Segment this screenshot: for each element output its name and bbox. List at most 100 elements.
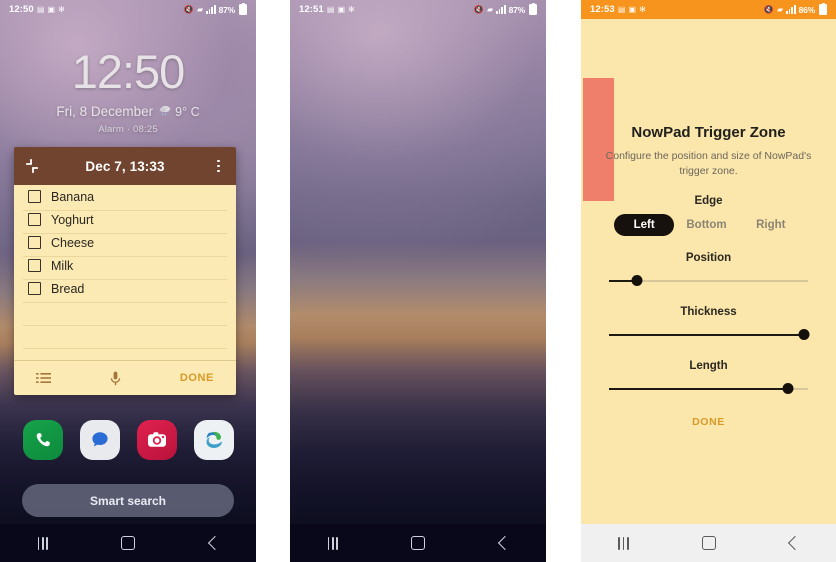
battery-level: 87% — [218, 4, 236, 15]
microphone-icon[interactable] — [110, 371, 121, 386]
edge-option-bottom[interactable]: Bottom — [674, 214, 738, 236]
signal-icon — [496, 5, 506, 14]
phone-panel-2: 12:51 ▤ ▣ ✻ 🔇 ▰ 87% — [290, 0, 546, 562]
slider-fill — [609, 388, 789, 391]
status-left-2: 12:51 ▤ ▣ ✻ — [299, 4, 355, 15]
lockscreen-date: Fri, 8 December — [56, 104, 154, 119]
signal-icon — [786, 5, 796, 14]
status-right-1: 🔇 ▰ 87% — [184, 3, 247, 15]
edge-segmented-control[interactable]: Left Bottom Right — [605, 214, 812, 237]
done-button-3[interactable]: DONE — [605, 416, 812, 428]
slider-fill — [609, 334, 805, 337]
checklist-item[interactable]: Cheese — [14, 231, 236, 254]
rain-cloud-icon — [159, 104, 172, 119]
checklist-item-label: Cheese — [51, 235, 95, 250]
slider-thickness[interactable] — [609, 326, 810, 344]
checklist-icon[interactable] — [36, 372, 51, 384]
bluetooth-icon: ✻ — [58, 4, 65, 14]
battery-icon — [529, 3, 537, 15]
page-subtitle: Configure the position and size of NowPa… — [605, 150, 812, 178]
screenshot-stage: 12:50 ▤ ▣ ✻ 🔇 ▰ 87% 12:50 Fri, 8 Decembe… — [0, 0, 836, 562]
slider-section-length: Length — [605, 360, 812, 398]
status-bar-3: 12:53 ▤ ▣ ✻ 🔇 ▰ 86% — [581, 0, 836, 19]
messages-app[interactable] — [79, 420, 120, 460]
camera-app[interactable] — [136, 420, 177, 460]
gallery-icon: ▣ — [337, 4, 346, 14]
phone-app[interactable] — [22, 420, 63, 460]
page-title: NowPad Trigger Zone — [631, 124, 786, 141]
status-bar-1: 12:50 ▤ ▣ ✻ 🔇 ▰ 87% — [0, 0, 256, 19]
phone-panel-3: 12:53 ▤ ▣ ✻ 🔇 ▰ 86% NowPad Trigger Zone … — [581, 0, 836, 562]
calendar-icon: ▤ — [617, 4, 626, 14]
slider-label-thickness: Thickness — [680, 306, 737, 319]
back-icon[interactable] — [196, 530, 230, 556]
slider-knob[interactable] — [798, 329, 810, 341]
note-checklist-1[interactable]: Banana Yoghurt Cheese Milk Bread — [14, 185, 236, 300]
checklist-item-label: Banana — [51, 189, 95, 204]
status-clock-2: 12:51 — [299, 4, 324, 15]
overflow-menu-icon[interactable] — [210, 158, 227, 175]
home-icon[interactable] — [111, 530, 145, 556]
nav-bar-1 — [0, 524, 256, 562]
slider-sections: Position Thickness Length — [605, 252, 812, 398]
back-icon[interactable] — [777, 530, 811, 556]
recents-icon[interactable] — [607, 530, 641, 556]
slider-section-position: Position — [605, 252, 812, 290]
slider-section-thickness: Thickness — [605, 306, 812, 344]
checklist-item-label: Bread — [51, 281, 85, 296]
wifi-icon: ▰ — [486, 4, 494, 14]
checklist-item[interactable]: Bread — [14, 277, 236, 300]
status-clock: 12:50 — [9, 4, 34, 15]
checklist-item-label: Yoghurt — [51, 212, 94, 227]
checkbox[interactable] — [28, 259, 41, 272]
edge-app[interactable] — [193, 420, 234, 460]
gallery-icon: ▣ — [47, 4, 56, 14]
back-icon[interactable] — [486, 530, 520, 556]
app-dock — [0, 420, 256, 460]
phone-panel-1: 12:50 ▤ ▣ ✻ 🔇 ▰ 87% 12:50 Fri, 8 Decembe… — [0, 0, 256, 562]
status-left-1: 12:50 ▤ ▣ ✻ — [9, 4, 65, 15]
bluetooth-icon: ✻ — [639, 4, 646, 14]
lockscreen-alarm: Alarm · 08:25 — [98, 124, 158, 135]
checklist-item[interactable]: Banana — [14, 185, 236, 208]
status-left-3: 12:53 ▤ ▣ ✻ — [590, 4, 646, 15]
checkbox[interactable] — [28, 213, 41, 226]
note-body-1[interactable]: Banana Yoghurt Cheese Milk Bread — [14, 185, 236, 360]
lockscreen-date-weather: Fri, 8 December 9° C — [0, 104, 256, 119]
home-icon[interactable] — [692, 530, 726, 556]
slider-length[interactable] — [609, 380, 808, 398]
edge-label: Edge — [694, 195, 723, 208]
done-button[interactable]: DONE — [180, 372, 214, 384]
battery-icon — [239, 3, 247, 15]
slider-position[interactable] — [609, 272, 808, 290]
smart-search-bar[interactable]: Smart search — [22, 484, 234, 517]
slider-knob[interactable] — [782, 383, 794, 395]
status-right-2: 🔇 ▰ 87% — [474, 3, 537, 15]
checkbox[interactable] — [28, 282, 41, 295]
note-header-1: Dec 7, 13:33 — [14, 147, 236, 185]
lockscreen-time: 12:50 — [71, 45, 186, 98]
calendar-icon: ▤ — [326, 4, 335, 14]
collapse-icon[interactable] — [23, 158, 40, 175]
checklist-item[interactable]: Yoghurt — [14, 208, 236, 231]
checklist-item[interactable]: Milk — [14, 254, 236, 277]
edge-option-right[interactable]: Right — [739, 214, 803, 236]
checklist-item-label: Milk — [51, 258, 74, 273]
recents-icon[interactable] — [316, 530, 350, 556]
nav-bar-3 — [581, 524, 836, 562]
checkbox[interactable] — [28, 190, 41, 203]
lockscreen-temperature: 9° C — [175, 104, 200, 119]
slider-knob[interactable] — [631, 275, 643, 287]
edge-section: Edge Left Bottom Right — [605, 195, 812, 237]
wifi-icon: ▰ — [196, 4, 204, 14]
gallery-icon: ▣ — [628, 4, 637, 14]
recents-icon[interactable] — [26, 530, 60, 556]
edge-option-left[interactable]: Left — [614, 214, 675, 237]
checkbox[interactable] — [28, 236, 41, 249]
lockscreen-wallpaper-2 — [290, 0, 546, 562]
status-right-3: 🔇 ▰ 86% — [764, 3, 827, 15]
home-icon[interactable] — [401, 530, 435, 556]
status-bar-2: 12:51 ▤ ▣ ✻ 🔇 ▰ 87% — [290, 0, 546, 19]
nowpad-note-card-1[interactable]: Dec 7, 13:33 Banana Yoghurt Cheese Milk Brea… — [14, 147, 236, 395]
note-toolbar-1: DONE — [14, 360, 236, 395]
